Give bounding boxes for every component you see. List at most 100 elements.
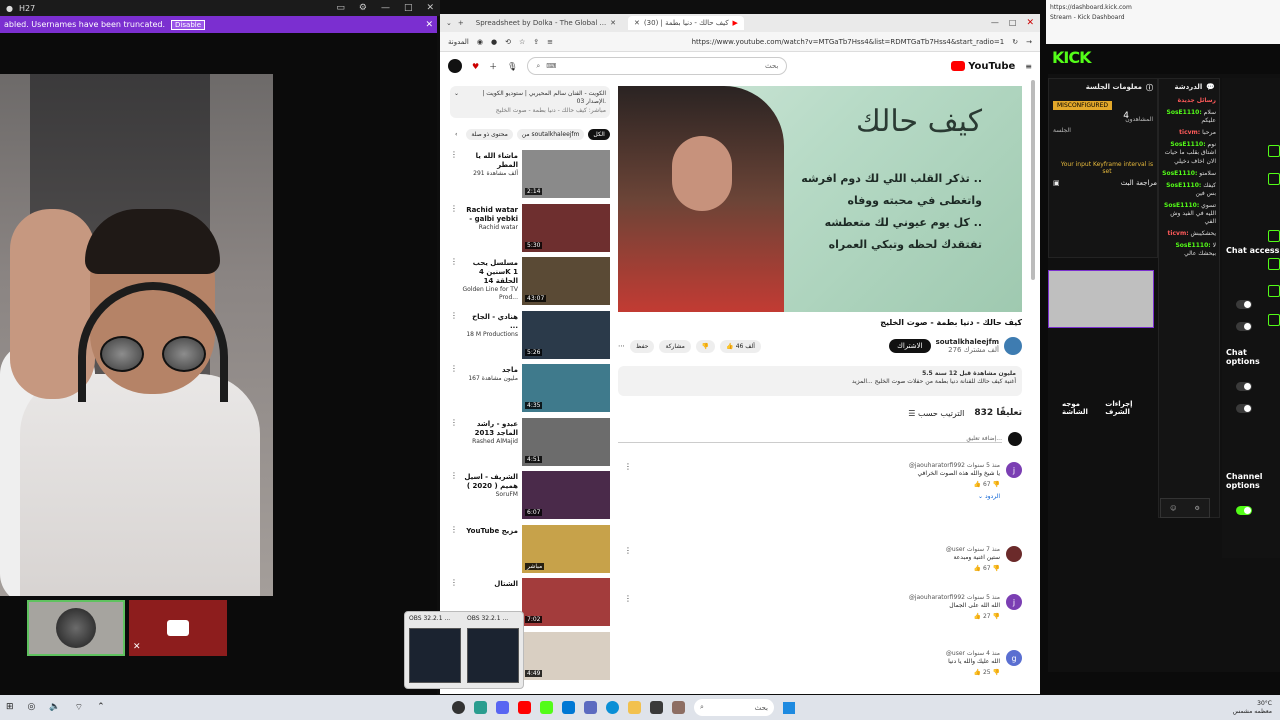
chat-user[interactable]: SosE1110: bbox=[1175, 242, 1210, 249]
toggle[interactable] bbox=[1236, 404, 1252, 413]
toggle-on[interactable] bbox=[1236, 506, 1252, 515]
rec-title[interactable]: هنادي - الجاح ... bbox=[462, 313, 518, 331]
bookmarks-label[interactable]: المدونة bbox=[448, 38, 469, 46]
subscribe-button[interactable]: الاشتراك bbox=[889, 339, 931, 353]
rec-title[interactable]: الشتال bbox=[462, 580, 518, 589]
rec-title[interactable]: YouTube مزيج bbox=[462, 527, 518, 536]
recommendation-item[interactable]: ⋮ هنادي - الجاح ... 18 M Productions 5:26 bbox=[450, 310, 610, 361]
obs-window-thumb[interactable] bbox=[409, 628, 461, 683]
edge-icon[interactable] bbox=[606, 701, 619, 714]
chat-user[interactable]: SosE1110: bbox=[1164, 202, 1199, 209]
save-button[interactable]: حفظ bbox=[630, 339, 655, 353]
rec-thumbnail[interactable]: 5:26 bbox=[522, 310, 610, 359]
side-button[interactable] bbox=[1268, 145, 1280, 157]
close-icon[interactable]: ✕ bbox=[1026, 18, 1034, 28]
rec-title[interactable]: ماشاء الله يا المطر bbox=[462, 152, 518, 170]
more-icon[interactable]: ⋮ bbox=[618, 462, 632, 502]
chat-input-row[interactable]: ☺ ⚙ bbox=[1160, 498, 1210, 518]
comment-author[interactable]: @jaouharatorfi992 منذ 5 سنوات bbox=[638, 462, 1000, 470]
tab-screen[interactable]: موجه الشاشة bbox=[1062, 400, 1105, 416]
rec-thumbnail[interactable]: 43:07 bbox=[522, 257, 610, 305]
wifi-icon[interactable]: ⌔ bbox=[75, 702, 83, 713]
taskbar-search[interactable]: ⌕ بحث bbox=[694, 699, 774, 716]
more-icon[interactable]: ⋮ bbox=[450, 525, 458, 575]
rec-thumbnail[interactable]: 4:51 bbox=[522, 417, 610, 466]
app-icon[interactable] bbox=[672, 701, 685, 714]
more-icon[interactable]: ⋮ bbox=[618, 546, 632, 573]
emote-icon[interactable]: ☺ bbox=[1170, 505, 1176, 512]
more-icon[interactable]: ⋮ bbox=[450, 418, 458, 468]
stream-review-row[interactable]: ▣ مراجعة البث bbox=[1053, 179, 1157, 187]
like-button[interactable]: 👍 46 ألف bbox=[720, 339, 761, 353]
tray-icon[interactable]: ⊞ bbox=[6, 702, 14, 713]
mic-icon[interactable]: 🎙 bbox=[507, 62, 517, 71]
side-button[interactable] bbox=[1268, 258, 1280, 270]
rec-thumbnail[interactable]: 5:30 bbox=[522, 203, 610, 252]
rec-thumbnail[interactable]: 4:35 bbox=[522, 364, 610, 412]
menu-icon[interactable]: ≡ bbox=[1025, 62, 1032, 71]
more-icon[interactable]: ⋮ bbox=[450, 311, 458, 361]
side-button[interactable] bbox=[1268, 230, 1280, 242]
app-icon[interactable] bbox=[474, 701, 487, 714]
channel-name[interactable]: soutalkhaleejfm bbox=[936, 338, 999, 346]
thumbs-down-icon[interactable]: 👎 bbox=[993, 565, 1000, 572]
thumbs-up-icon[interactable]: 👍 bbox=[974, 565, 981, 572]
comment-author[interactable]: @user منذ 4 سنوات bbox=[618, 650, 1000, 658]
info-icon[interactable]: ⓘ bbox=[1146, 83, 1153, 93]
chat-user[interactable]: SosE1110: bbox=[1166, 182, 1201, 189]
participant-tile[interactable] bbox=[27, 600, 125, 656]
side-button[interactable] bbox=[1268, 285, 1280, 297]
settings-icon[interactable]: ⚙ bbox=[359, 3, 367, 13]
chat-user[interactable]: رسائل جديدة bbox=[1178, 97, 1216, 104]
recommendation-item[interactable]: ⋮ YouTube مزيج مباشر bbox=[450, 524, 610, 575]
chat-user[interactable]: SosE1110: bbox=[1162, 170, 1197, 177]
add-comment-input[interactable]: إضافة تعليق... bbox=[618, 435, 1002, 443]
more-icon[interactable]: ⋮ bbox=[450, 471, 458, 521]
reload-icon[interactable]: ↻ bbox=[1012, 38, 1018, 46]
close-icon[interactable]: ✕ bbox=[610, 19, 616, 27]
translate-icon[interactable]: ⟲ bbox=[505, 38, 511, 46]
sort-button[interactable]: ☰ الترتيب حسب bbox=[908, 409, 964, 418]
settings-icon[interactable]: ⚙ bbox=[1195, 505, 1200, 512]
youtube-logo[interactable]: YouTube bbox=[951, 61, 1015, 72]
tab-honor[interactable]: إجراءات الشرف bbox=[1105, 400, 1156, 416]
chip-related[interactable]: محتوى ذو صلة bbox=[466, 128, 513, 140]
recommendation-item[interactable]: ⋮ مسلسل يحب سنين 4K 1 الحلقة 14 Golden Lin… bbox=[450, 257, 610, 307]
chat-user[interactable]: ticvm: bbox=[1168, 230, 1189, 237]
chip-all[interactable]: الكل bbox=[588, 128, 610, 140]
more-icon[interactable]: ⋯ bbox=[618, 342, 625, 350]
tab-spreadsheet[interactable]: Spreadsheet by Dolka - The Global ... ✕ bbox=[470, 16, 622, 30]
more-icon[interactable]: ⋮ bbox=[450, 364, 458, 414]
obs-window-thumb[interactable] bbox=[467, 628, 519, 683]
video-player[interactable]: كيف حالك تذكر القلب اللي لك دوم افرشه ..… bbox=[618, 86, 1022, 312]
chevron-up-icon[interactable]: ⌃ bbox=[97, 702, 105, 713]
chat-user[interactable]: SosE1110: bbox=[1170, 141, 1205, 148]
minimize-icon[interactable]: ▭ bbox=[336, 3, 345, 13]
avatar[interactable]: j bbox=[1006, 594, 1022, 610]
youtube-app-icon[interactable] bbox=[518, 701, 531, 714]
description-box[interactable]: 5.5 مليون مشاهدة قبل 12 سنة أغنية كيف حا… bbox=[618, 366, 1022, 396]
windows-start-icon[interactable] bbox=[783, 701, 795, 714]
disable-button[interactable]: Disable bbox=[171, 19, 206, 30]
tab-youtube[interactable]: ✕ كيف حالك - دنيا بطمة | (30) ▶ bbox=[628, 16, 744, 30]
dislike-button[interactable]: 👎 bbox=[695, 339, 716, 353]
minimize-icon[interactable]: — bbox=[991, 18, 999, 28]
rec-thumbnail[interactable]: 2:14 bbox=[522, 150, 610, 198]
thumbs-down-icon[interactable]: 👎 bbox=[993, 481, 1000, 488]
folder-icon[interactable] bbox=[628, 701, 641, 714]
maximize-icon[interactable]: □ bbox=[404, 3, 413, 13]
stream-preview[interactable] bbox=[1048, 270, 1154, 328]
star-icon[interactable]: ☆ bbox=[519, 38, 525, 46]
kick-app-icon[interactable] bbox=[540, 701, 553, 714]
toggle[interactable] bbox=[1236, 322, 1252, 331]
forward-icon[interactable]: → bbox=[1026, 38, 1032, 46]
close-icon[interactable]: ✕ bbox=[426, 3, 434, 13]
comment-author[interactable]: @jaouharatorfi992 منذ 5 سنوات bbox=[638, 594, 1000, 602]
recommendation-item[interactable]: ⋮ ماجد 167 مليون مشاهدة 4:35 bbox=[450, 364, 610, 414]
rec-title[interactable]: Rachid watar - galbi yebki bbox=[462, 206, 518, 224]
scrollbar[interactable] bbox=[1031, 80, 1035, 280]
tab-list-icon[interactable]: ⌄ bbox=[446, 19, 452, 27]
obs-app-icon[interactable] bbox=[452, 701, 465, 714]
chip-channel[interactable]: من soutalkhaleejfm bbox=[516, 128, 585, 140]
share-button[interactable]: مشاركة bbox=[659, 339, 691, 353]
